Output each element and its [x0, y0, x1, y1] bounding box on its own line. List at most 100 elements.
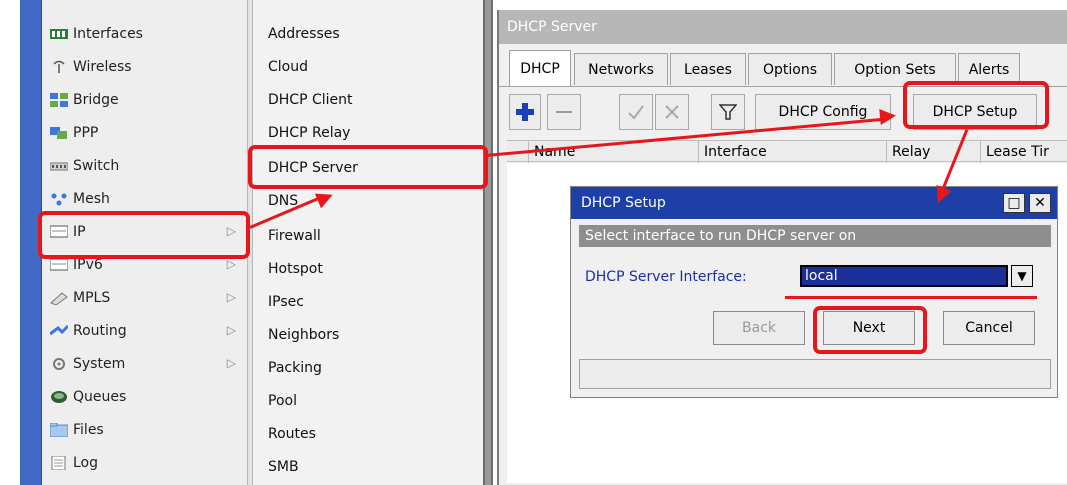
- submenu-item-label: IPsec: [268, 294, 304, 310]
- submenu-item-dns[interactable]: DNS: [268, 185, 468, 217]
- tab-leases[interactable]: Leases: [670, 53, 746, 85]
- submenu-item-label: Routes: [268, 426, 316, 442]
- menu-item-queues[interactable]: Queues: [50, 381, 240, 413]
- column-header-relay[interactable]: Relay: [887, 141, 981, 163]
- tab-dhcp[interactable]: DHCP: [509, 50, 571, 86]
- submenu-item-hotspot[interactable]: Hotspot: [268, 253, 468, 285]
- menu-item-label: Interfaces: [73, 26, 143, 42]
- dialog-title: DHCP Setup: [571, 187, 1057, 219]
- arrow-head: [879, 107, 897, 125]
- tab-options[interactable]: Options: [748, 53, 832, 85]
- menu-item-system[interactable]: System ▷: [50, 348, 240, 380]
- log-icon: [50, 455, 68, 471]
- menu-item-label: Queues: [73, 389, 127, 405]
- highlight-dhcp-server-item: [248, 145, 488, 189]
- submenu-item-label: DHCP Client: [268, 92, 353, 108]
- menu-item-label: Bridge: [73, 92, 119, 108]
- submenu-item-neighbors[interactable]: Neighbors: [268, 319, 468, 351]
- dialog-message: Select interface to run DHCP server on: [579, 225, 1051, 247]
- disable-button[interactable]: [655, 94, 689, 130]
- close-icon: ✕: [1034, 195, 1046, 211]
- menu-item-switch[interactable]: Switch: [49, 150, 240, 182]
- close-button[interactable]: ✕: [1029, 193, 1051, 213]
- submenu-item-routes[interactable]: Routes: [268, 418, 468, 450]
- button-label: DHCP Config: [778, 104, 868, 120]
- submenu-item-packing[interactable]: Packing: [268, 352, 468, 384]
- menu-item-interfaces[interactable]: Interfaces: [50, 18, 240, 50]
- submenu-item-label: Firewall: [268, 228, 321, 244]
- menu-item-label: IPv6: [73, 257, 103, 273]
- plus-icon: [516, 103, 534, 121]
- tab-label: Alerts: [968, 61, 1010, 78]
- tab-networks[interactable]: Networks: [574, 53, 668, 85]
- menu-item-label: PPP: [73, 125, 99, 141]
- menu-item-label: Log: [73, 455, 99, 471]
- submenu-item-addresses[interactable]: Addresses: [268, 18, 468, 50]
- submenu-item-cloud[interactable]: Cloud: [268, 51, 468, 83]
- tab-label: DHCP: [520, 60, 560, 77]
- routing-icon: [49, 324, 70, 338]
- menu-item-wireless[interactable]: Wireless: [50, 51, 240, 83]
- filter-icon: [719, 104, 737, 120]
- submenu-separator: [483, 0, 493, 485]
- menu-item-label: Mesh: [73, 191, 110, 207]
- menu-item-ppp[interactable]: PPP: [50, 117, 240, 149]
- enable-button[interactable]: [619, 94, 653, 130]
- ipv6-icon: [49, 258, 69, 272]
- submenu-item-label: Neighbors: [268, 327, 340, 343]
- interface-select-value: local: [805, 268, 838, 284]
- highlight-next-button: [813, 306, 927, 354]
- submenu-item-label: Packing: [268, 360, 322, 376]
- back-button[interactable]: Back: [713, 311, 805, 345]
- cross-icon: [665, 105, 679, 119]
- cancel-button[interactable]: Cancel: [943, 311, 1035, 345]
- submenu-item-firewall[interactable]: Firewall: [268, 220, 468, 252]
- interface-select[interactable]: local: [800, 265, 1008, 287]
- check-icon: [628, 105, 644, 120]
- submenu-item-label: DHCP Relay: [268, 125, 351, 141]
- menu-item-label: Wireless: [73, 59, 132, 75]
- submenu-item-ipsec[interactable]: IPsec: [268, 286, 468, 318]
- column-header-interface[interactable]: Interface: [699, 141, 887, 163]
- tab-label: Option Sets: [854, 61, 936, 78]
- chevron-right-icon: ▷: [226, 323, 236, 337]
- menu-item-routing[interactable]: Routing ▷: [49, 315, 240, 347]
- submenu-item-dhcp-client[interactable]: DHCP Client: [268, 84, 468, 116]
- underline-interface-field: [785, 296, 1037, 299]
- column-header-lease-time[interactable]: Lease Tir: [981, 141, 1067, 163]
- submenu-item-pool[interactable]: Pool: [268, 385, 468, 417]
- minus-icon: [556, 111, 572, 113]
- menu-item-bridge[interactable]: Bridge: [50, 84, 240, 116]
- interfaces-icon: [50, 27, 68, 41]
- tab-label: Leases: [684, 61, 732, 78]
- submenu-item-label: Addresses: [268, 26, 340, 42]
- button-label: Back: [742, 320, 776, 336]
- mesh-icon: [50, 192, 68, 206]
- interface-field-label: DHCP Server Interface:: [585, 269, 747, 285]
- grid-header: Name Interface Relay Lease Tir: [507, 140, 1067, 163]
- menu-item-label: System: [73, 356, 126, 372]
- chevron-right-icon: ▷: [226, 356, 236, 370]
- column-label: Relay: [892, 144, 931, 160]
- wireless-icon: [50, 60, 68, 74]
- submenu-item-label: SMB: [268, 459, 299, 475]
- add-button[interactable]: [509, 94, 541, 130]
- filter-button[interactable]: [711, 94, 745, 130]
- dropdown-button[interactable]: ▼: [1011, 265, 1033, 287]
- tab-label: Networks: [588, 61, 654, 78]
- restore-button[interactable]: □: [1003, 193, 1025, 213]
- menu-item-log[interactable]: Log: [50, 447, 240, 479]
- chevron-down-icon: ▼: [1017, 269, 1027, 283]
- remove-button[interactable]: [547, 94, 581, 130]
- submenu-item-smb[interactable]: SMB: [268, 451, 468, 483]
- switch-icon: [49, 159, 69, 173]
- queues-icon: [50, 390, 68, 404]
- menu-item-label: MPLS: [73, 290, 111, 306]
- menu-item-label: Switch: [73, 158, 120, 174]
- column-label: Interface: [704, 144, 767, 160]
- ppp-icon: [50, 126, 68, 140]
- menu-item-mpls[interactable]: MPLS ▷: [50, 282, 240, 314]
- submenu-item-label: Hotspot: [268, 261, 323, 277]
- submenu-item-label: Pool: [268, 393, 297, 409]
- menu-item-files[interactable]: Files: [49, 414, 240, 446]
